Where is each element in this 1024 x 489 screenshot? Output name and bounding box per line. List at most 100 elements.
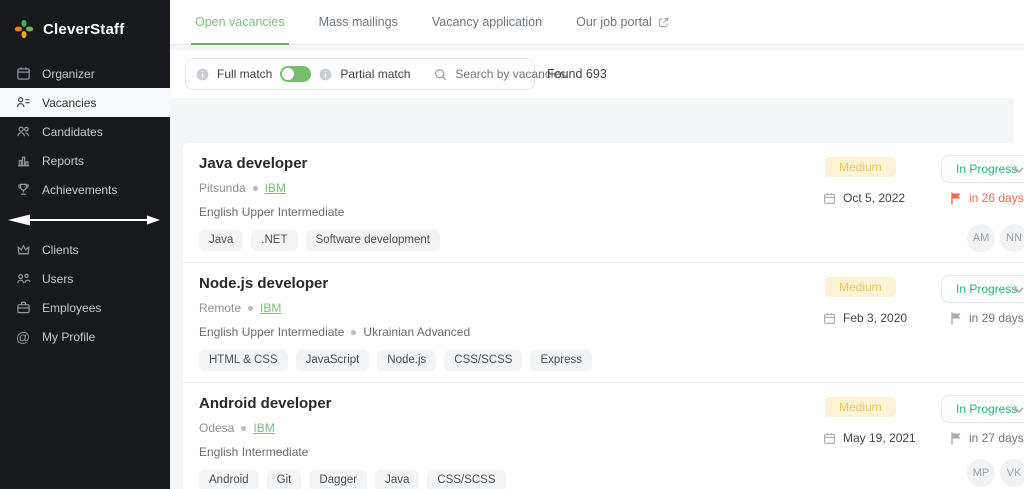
skill-tag: Git (266, 470, 302, 489)
avatar[interactable]: AM (967, 224, 995, 252)
status-label: In Progress (956, 282, 1018, 296)
sidebar-item-label: Candidates (42, 124, 103, 139)
toggle-knob (282, 68, 295, 80)
sidebar-item-label: Reports (42, 153, 85, 168)
tab-open-vacancies[interactable]: Open vacancies (191, 15, 289, 45)
dot-separator (248, 305, 254, 311)
deadline-text: in 27 days (969, 431, 1024, 445)
flag-icon (950, 192, 962, 205)
vacancy-row: Android developer Odesa IBM English Inte… (183, 383, 1024, 489)
status-label: In Progress (956, 162, 1018, 176)
calendar-icon (823, 432, 836, 445)
vacancy-title[interactable]: Java developer (199, 155, 1024, 172)
calendar-icon (823, 312, 836, 325)
date-text: Feb 3, 2020 (843, 311, 908, 325)
vacancy-title[interactable]: Node.js developer (199, 275, 1024, 292)
vacancy-date: May 19, 2021 (823, 431, 916, 445)
chevron-down-icon (1014, 167, 1024, 173)
search-icon (434, 68, 447, 81)
language-requirement: English Intermediate (199, 445, 309, 459)
users-icon (15, 271, 31, 287)
avatar[interactable]: VK (1000, 459, 1024, 487)
company-link[interactable]: IBM (253, 421, 274, 435)
sidebar-item-clients[interactable]: Clients (0, 235, 170, 264)
skill-tags: Java .NET Software development (199, 230, 1024, 251)
skill-tag: JavaScript (295, 350, 370, 371)
vacancy-location: Remote (199, 301, 242, 315)
skill-tags: HTML & CSS JavaScript Node.js CSS/SCSS E… (199, 350, 1024, 371)
at-icon: @ (15, 328, 31, 345)
vacancy-list: Java developer Pitsunda IBM English Uppe… (183, 143, 1024, 489)
tab-label: Mass mailings (318, 15, 398, 29)
sidebar-item-reports[interactable]: Reports (0, 146, 170, 175)
match-toggle[interactable] (280, 66, 312, 82)
sidebar-item-organizer[interactable]: Organizer (0, 59, 170, 88)
crown-icon (15, 242, 31, 258)
tab-label: Our job portal (576, 15, 652, 29)
sidebar-item-achievements[interactable]: Achievements (0, 175, 170, 204)
vacancy-date: Oct 5, 2022 (823, 191, 905, 205)
tab-label: Open vacancies (195, 15, 285, 29)
deadline: in 29 days (950, 311, 1024, 325)
priority-badge: Medium (825, 157, 896, 177)
skill-tag: CSS/SCSS (427, 470, 506, 489)
status-dropdown[interactable]: In Progress (941, 275, 1024, 303)
skill-tag: Dagger (309, 470, 368, 489)
tab-vacancy-application[interactable]: Vacancy application (432, 15, 542, 44)
sidebar-item-candidates[interactable]: Candidates (0, 117, 170, 146)
brand-logo[interactable]: CleverStaff (0, 0, 170, 39)
sidebar-item-my-profile[interactable]: @ My Profile (0, 322, 170, 351)
vacancy-row: Java developer Pitsunda IBM English Uppe… (183, 143, 1024, 263)
sidebar-item-users[interactable]: Users (0, 264, 170, 293)
date-text: May 19, 2021 (843, 431, 916, 445)
search-container: Full match Partial match (185, 58, 606, 90)
info-icon[interactable] (196, 68, 209, 81)
reports-icon (15, 153, 31, 169)
tab-our-job-portal[interactable]: Our job portal (576, 15, 669, 44)
vacancy-row: Node.js developer Remote IBM English Upp… (183, 263, 1024, 383)
priority-badge: Medium (825, 277, 896, 297)
sidebar-item-vacancies[interactable]: Vacancies (0, 88, 170, 117)
sidebar-item-label: My Profile (42, 329, 96, 344)
company-link[interactable]: IBM (260, 301, 281, 315)
chevron-down-icon (1014, 287, 1024, 293)
info-icon[interactable] (319, 68, 332, 81)
flag-icon (950, 312, 962, 325)
skill-tag: Software development (305, 230, 440, 251)
skill-tag: .NET (251, 230, 298, 251)
dot-separator (252, 185, 258, 191)
tab-mass-mailings[interactable]: Mass mailings (319, 15, 398, 44)
avatar-group: MP VK (967, 459, 1024, 487)
flag-icon (950, 432, 962, 445)
sidebar-item-label: Clients (42, 242, 79, 257)
candidates-icon (15, 124, 31, 140)
status-dropdown[interactable]: In Progress (941, 155, 1024, 183)
found-count: Found 693 (547, 67, 607, 81)
skill-tag: Express (530, 350, 592, 371)
sidebar-item-employees[interactable]: Employees (0, 293, 170, 322)
sidebar-item-label: Organizer (42, 66, 95, 81)
avatar[interactable]: NN (1000, 224, 1024, 252)
briefcase-icon (15, 300, 31, 316)
sidebar-divider (0, 204, 170, 235)
partial-match-label: Partial match (340, 67, 411, 81)
avatar-group: AM NN (967, 224, 1024, 252)
avatar[interactable]: MP (967, 459, 995, 487)
calendar-icon (823, 192, 836, 205)
skill-tag: Java (199, 230, 244, 251)
status-dropdown[interactable]: In Progress (941, 395, 1024, 423)
search-band: Full match Partial match Found 693 (170, 50, 1024, 98)
collapse-arrow-icon[interactable] (8, 213, 160, 227)
brand-name: CleverStaff (43, 20, 125, 38)
company-link[interactable]: IBM (265, 181, 286, 195)
deadline-text: in 26 days (969, 191, 1024, 205)
vacancy-location: Pitsunda (199, 181, 246, 195)
skill-tags: Android Git Dagger Java CSS/SCSS (199, 470, 1024, 489)
main-area: Open vacancies Mass mailings Vacancy app… (170, 0, 1024, 489)
skill-tag: CSS/SCSS (444, 350, 523, 371)
vacancy-location: Odesa (199, 421, 235, 435)
sidebar-item-label: Vacancies (42, 95, 97, 110)
language-requirement: Ukrainian Advanced (363, 325, 471, 339)
sidebar-nav: Organizer Vacancies Candidates Reports A… (0, 59, 170, 351)
vacancy-title[interactable]: Android developer (199, 395, 1024, 412)
